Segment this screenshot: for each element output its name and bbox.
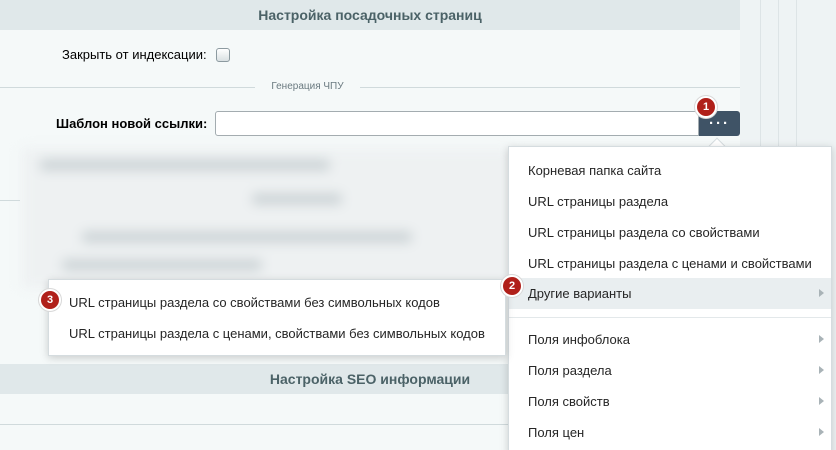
menu-item-root-folder[interactable]: Корневая папка сайта bbox=[509, 155, 831, 186]
menu-item-label: URL страницы раздела с ценами и свойства… bbox=[528, 256, 812, 271]
step-badge: 1 bbox=[695, 96, 717, 118]
menu-item-section-url-props[interactable]: URL страницы раздела со свойствами bbox=[509, 217, 831, 248]
submenu-item-label: URL страницы раздела с ценами, свойствам… bbox=[69, 326, 485, 341]
template-input[interactable] bbox=[215, 111, 699, 136]
step-badge: 3 bbox=[39, 289, 61, 311]
submenu-item-label: URL страницы раздела со свойствами без с… bbox=[69, 295, 440, 310]
menu-item-label: Поля инфоблока bbox=[528, 332, 630, 347]
menu-item-section-fields[interactable]: Поля раздела bbox=[509, 355, 831, 386]
menu-item-property-fields[interactable]: Поля свойств bbox=[509, 386, 831, 417]
menu-item-label: Корневая папка сайта bbox=[528, 163, 662, 178]
divider bbox=[0, 200, 20, 201]
chevron-right-icon bbox=[819, 335, 824, 343]
step-badge: 2 bbox=[501, 275, 523, 297]
menu-separator bbox=[509, 317, 831, 318]
noindex-label: Закрыть от индексации: bbox=[62, 47, 207, 62]
menu-item-label: URL страницы раздела bbox=[528, 194, 669, 209]
section-header-landing: Настройка посадочных страниц bbox=[0, 0, 740, 30]
menu-item-label: URL страницы раздела со свойствами bbox=[528, 225, 760, 240]
menu-item-label: Поля цен bbox=[528, 425, 585, 440]
template-label: Шаблон новой ссылки: bbox=[56, 116, 208, 131]
submenu-item-props-no-codes[interactable]: URL страницы раздела со свойствами без с… bbox=[49, 287, 505, 318]
menu-item-iblock-fields[interactable]: Поля инфоблока bbox=[509, 324, 831, 355]
menu-item-section-url-prices-props[interactable]: URL страницы раздела с ценами и свойства… bbox=[509, 248, 831, 279]
chevron-right-icon bbox=[819, 428, 824, 436]
menu-item-price-fields[interactable]: Поля цен bbox=[509, 417, 831, 448]
chevron-right-icon bbox=[819, 397, 824, 405]
menu-item-section-url[interactable]: URL страницы раздела bbox=[509, 186, 831, 217]
chevron-right-icon bbox=[819, 366, 824, 374]
blurred-region bbox=[22, 148, 512, 288]
submenu-item-prices-props-no-codes[interactable]: URL страницы раздела с ценами, свойствам… bbox=[49, 318, 505, 349]
divider bbox=[0, 87, 255, 88]
menu-item-label: Поля свойств bbox=[528, 394, 610, 409]
other-options-submenu: URL страницы раздела со свойствами без с… bbox=[48, 279, 506, 356]
menu-item-label: Другие варианты bbox=[528, 286, 632, 301]
template-dropdown-menu: Корневая папка сайта URL страницы раздел… bbox=[508, 146, 832, 450]
menu-item-label: Поля раздела bbox=[528, 363, 612, 378]
chevron-right-icon bbox=[819, 289, 824, 297]
noindex-checkbox[interactable] bbox=[216, 48, 230, 62]
slug-group-label: Генерация ЧПУ bbox=[271, 81, 344, 92]
menu-item-other-options[interactable]: Другие варианты bbox=[509, 278, 831, 309]
divider bbox=[360, 87, 740, 88]
